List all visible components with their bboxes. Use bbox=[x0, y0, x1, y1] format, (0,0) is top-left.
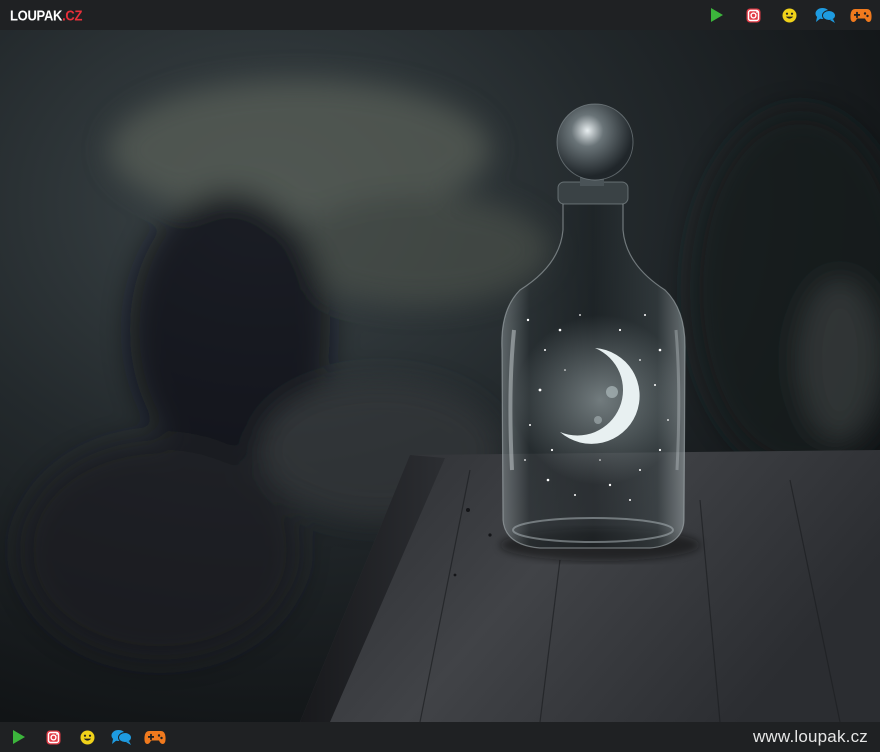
gamepad-icon[interactable] bbox=[850, 5, 872, 25]
smiley-icon[interactable] bbox=[778, 5, 800, 25]
bottom-icon-nav bbox=[8, 727, 166, 747]
smiley-icon[interactable] bbox=[76, 727, 98, 747]
logo-tld: .CZ bbox=[62, 6, 83, 24]
page: LOUPAK .CZ www.loupak.cz bbox=[0, 0, 880, 752]
main-photo bbox=[0, 30, 880, 722]
gamepad-icon[interactable] bbox=[144, 727, 166, 747]
top-icon-nav bbox=[706, 5, 872, 25]
top-bar: LOUPAK .CZ bbox=[0, 0, 880, 30]
instagram-icon[interactable] bbox=[742, 5, 764, 25]
bottle-moon-illustration bbox=[0, 30, 880, 722]
instagram-icon[interactable] bbox=[42, 727, 64, 747]
site-url-link[interactable]: www.loupak.cz bbox=[753, 727, 868, 747]
chat-icon[interactable] bbox=[814, 5, 836, 25]
play-icon[interactable] bbox=[8, 727, 30, 747]
bottom-bar: www.loupak.cz bbox=[0, 722, 880, 752]
play-icon[interactable] bbox=[706, 5, 728, 25]
chat-icon[interactable] bbox=[110, 727, 132, 747]
site-logo[interactable]: LOUPAK .CZ bbox=[10, 7, 82, 24]
logo-main: LOUPAK bbox=[10, 6, 63, 24]
